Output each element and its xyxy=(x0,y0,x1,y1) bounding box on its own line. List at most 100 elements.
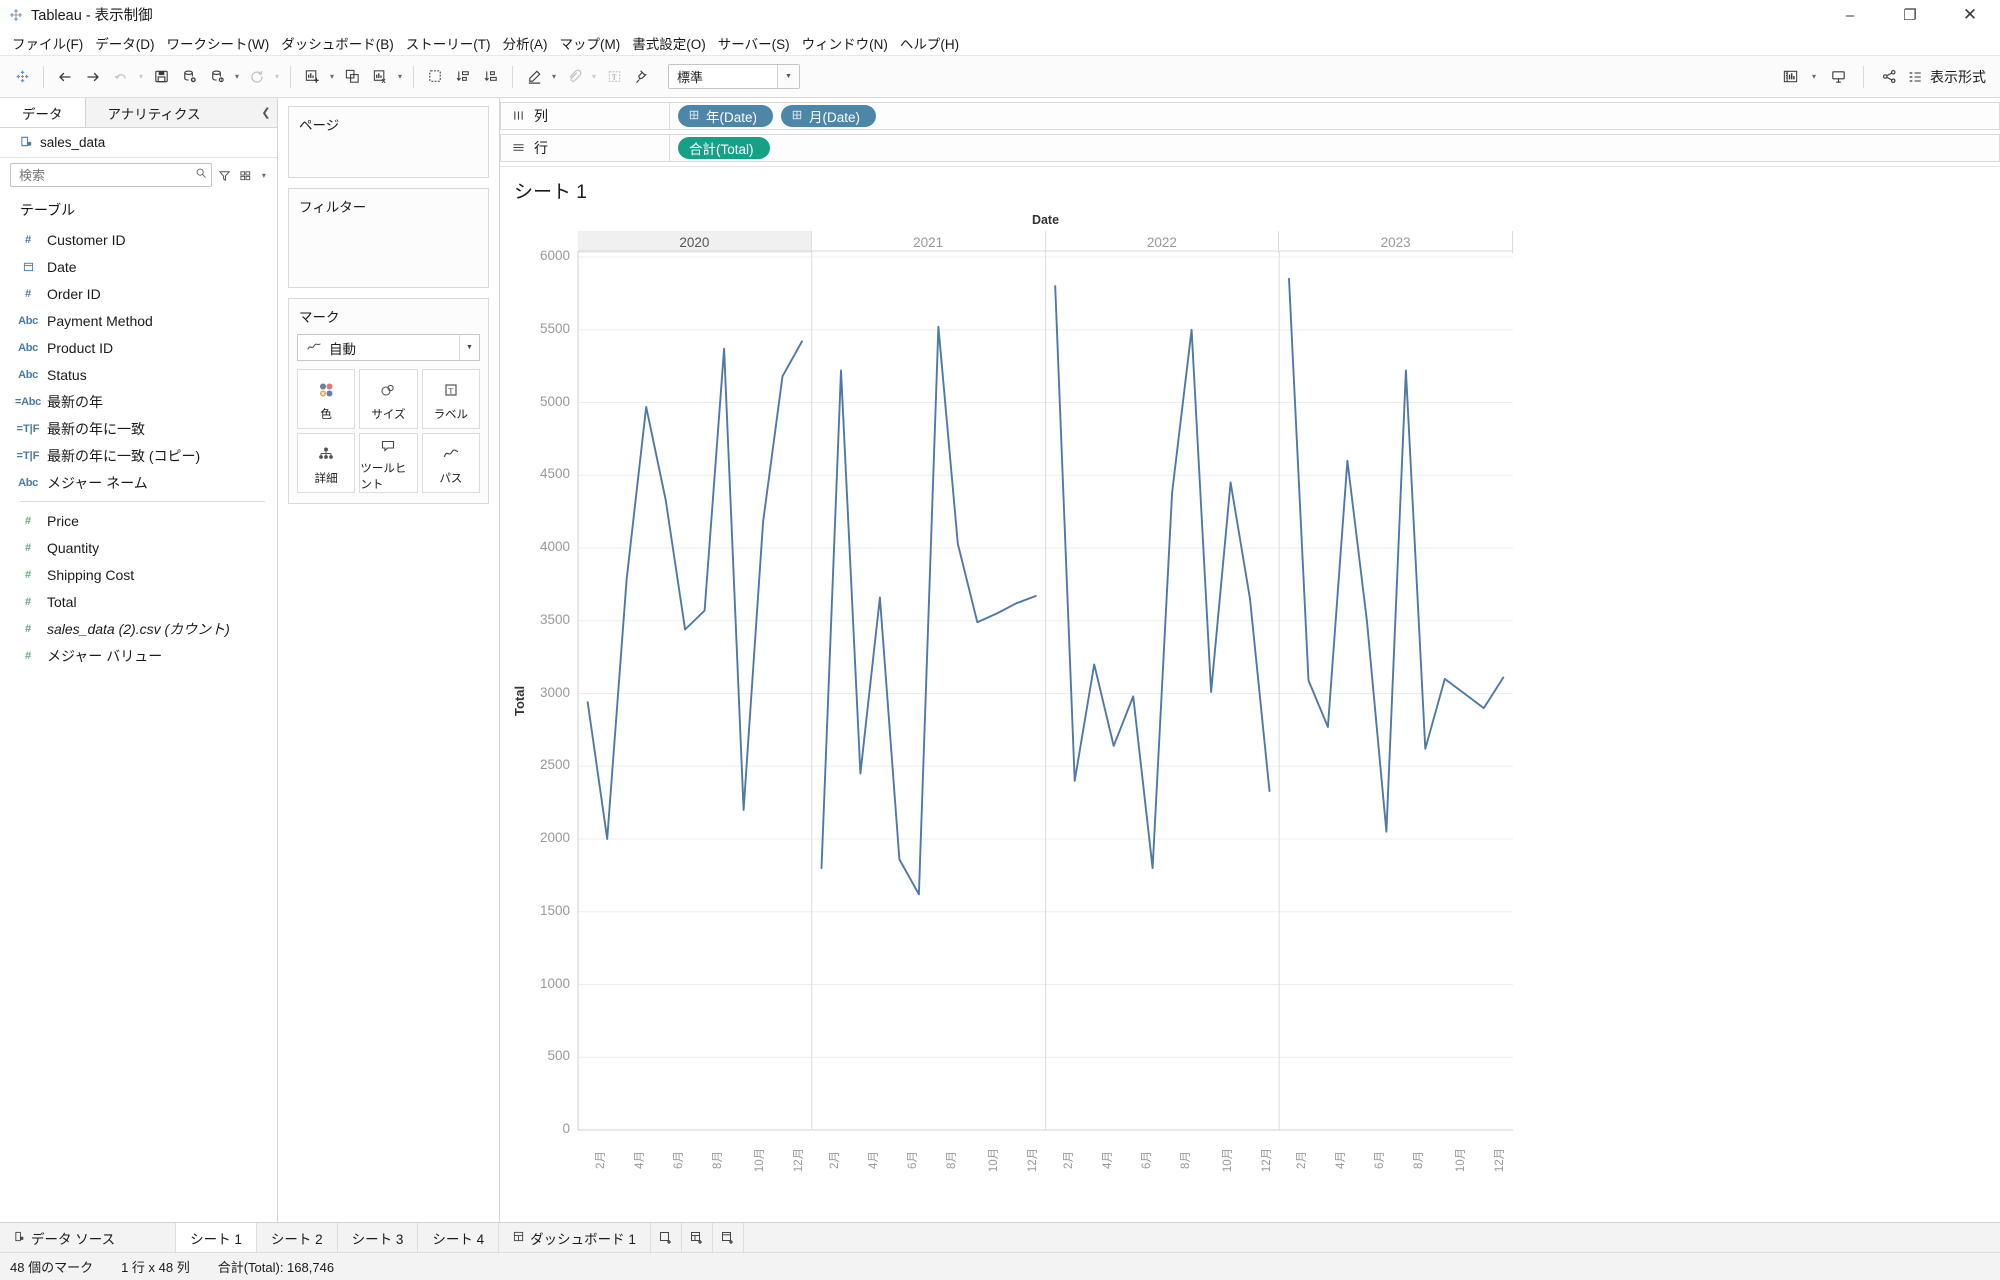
tab-sheet-1[interactable]: シート 1 xyxy=(176,1223,257,1252)
field-customer-id[interactable]: # Customer ID xyxy=(0,226,277,253)
tab-data[interactable]: データ xyxy=(0,98,86,127)
show-me-button[interactable]: 表示形式 xyxy=(1907,67,1992,87)
tab-sheet-3[interactable]: シート 3 xyxy=(338,1223,419,1252)
pin-icon[interactable] xyxy=(628,63,656,91)
pages-card[interactable]: ページ xyxy=(288,106,489,178)
close-button[interactable]: ✕ xyxy=(1940,0,2000,30)
marks-size-button[interactable]: サイズ xyxy=(359,369,418,429)
view-options-caret-icon[interactable]: ▾ xyxy=(259,161,269,189)
share-icon[interactable] xyxy=(1875,63,1903,91)
menu-item-story[interactable]: ストーリー(T) xyxy=(400,30,497,56)
marks-path-button[interactable]: パス xyxy=(421,433,480,493)
fit-caret-icon[interactable]: ▼ xyxy=(777,65,799,88)
field-product-id[interactable]: Abc Product ID xyxy=(0,334,277,361)
highlight-caret-icon[interactable]: ▾ xyxy=(548,63,560,91)
pill-sum-total[interactable]: 合計(Total) xyxy=(678,137,770,159)
group-caret-icon[interactable]: ▾ xyxy=(588,63,600,91)
measure-total[interactable]: # Total xyxy=(0,588,277,615)
pill-month-date[interactable]: 月(Date) xyxy=(781,105,877,127)
field-order-id[interactable]: # Order ID xyxy=(0,280,277,307)
menu-item-file[interactable]: ファイル(F) xyxy=(6,30,89,56)
fix-axes-icon[interactable] xyxy=(1776,63,1804,91)
measure-values[interactable]: # メジャー バリュー xyxy=(0,642,277,669)
labels-icon[interactable]: T xyxy=(600,63,628,91)
group-icon[interactable] xyxy=(560,63,588,91)
menu-item-format[interactable]: 書式設定(O) xyxy=(626,30,712,56)
view-options-icon[interactable] xyxy=(237,163,254,187)
field-latest-year-match-copy[interactable]: =T|F 最新の年に一致 (コピー) xyxy=(0,442,277,469)
tab-data-source[interactable]: データ ソース xyxy=(0,1223,177,1252)
field-latest-year[interactable]: =Abc 最新の年 xyxy=(0,388,277,415)
field-status[interactable]: Abc Status xyxy=(0,361,277,388)
tab-analytics[interactable]: アナリティクス xyxy=(85,98,223,127)
field-payment-method[interactable]: Abc Payment Method xyxy=(0,307,277,334)
menu-item-server[interactable]: サーバー(S) xyxy=(712,30,796,56)
menu-item-worksheet[interactable]: ワークシート(W) xyxy=(161,30,276,56)
menu-item-analysis[interactable]: 分析(A) xyxy=(496,30,553,56)
pause-dropdown-caret-icon[interactable]: ▾ xyxy=(231,63,243,91)
tab-dashboard-1[interactable]: ダッシュボード 1 xyxy=(499,1223,651,1252)
undo-arrow-icon[interactable] xyxy=(51,63,79,91)
mark-type-caret-icon[interactable]: ▼ xyxy=(459,335,479,360)
rows-shelf-drop[interactable]: 合計(Total) xyxy=(670,134,2000,162)
search-field[interactable] xyxy=(19,167,195,183)
minimize-button[interactable]: – xyxy=(1820,0,1880,30)
new-dashboard-tab-icon[interactable] xyxy=(682,1223,713,1252)
field-measure-names[interactable]: Abc メジャー ネーム xyxy=(0,469,277,496)
new-worksheet-tab-icon[interactable] xyxy=(651,1223,682,1252)
fit-dropdown[interactable]: 標準 ▼ xyxy=(668,64,800,89)
highlight-icon[interactable] xyxy=(520,63,548,91)
field-date[interactable]: Date xyxy=(0,253,277,280)
marks-detail-button[interactable]: 詳細 xyxy=(297,433,356,493)
measure-price[interactable]: # Price xyxy=(0,507,277,534)
refresh-data-caret-icon[interactable]: ▾ xyxy=(271,63,283,91)
pill-year-date[interactable]: 年(Date) xyxy=(678,105,774,127)
measure-shipping-cost[interactable]: # Shipping Cost xyxy=(0,561,277,588)
marks-label-button[interactable]: T ラベル xyxy=(421,369,480,429)
sort-asc-icon[interactable] xyxy=(449,63,477,91)
fix-axes-caret-icon[interactable]: ▾ xyxy=(1808,63,1820,91)
duplicate-sheet-icon[interactable] xyxy=(338,63,366,91)
refresh-dropdown-caret-icon[interactable]: ▾ xyxy=(135,63,147,91)
marks-tooltip-button[interactable]: ツールヒント xyxy=(359,433,418,493)
measure-record-count[interactable]: # sales_data (2).csv (カウント) xyxy=(0,615,277,642)
menu-item-dashboard[interactable]: ダッシュボード(B) xyxy=(275,30,400,56)
columns-shelf-drop[interactable]: 年(Date) 月(Date) xyxy=(670,102,2000,130)
redo-arrow-icon[interactable] xyxy=(79,63,107,91)
clear-sheet-icon[interactable]: x xyxy=(366,63,394,91)
presentation-icon[interactable] xyxy=(1824,63,1852,91)
sort-desc-icon[interactable] xyxy=(477,63,505,91)
window-controls: – ❐ ✕ xyxy=(1820,0,2000,29)
collapse-pane-chevron-left-icon[interactable]: ❮ xyxy=(255,98,277,127)
menu-item-window[interactable]: ウィンドウ(N) xyxy=(796,30,894,56)
marks-color-button[interactable]: 色 xyxy=(297,369,356,429)
new-worksheet-icon[interactable] xyxy=(298,63,326,91)
tab-sheet-2[interactable]: シート 2 xyxy=(257,1223,338,1252)
data-source-row[interactable]: sales_data xyxy=(0,128,277,158)
filter-icon[interactable] xyxy=(216,163,233,187)
menu-item-help[interactable]: ヘルプ(H) xyxy=(894,30,965,56)
field-latest-year-match[interactable]: =T|F 最新の年に一致 xyxy=(0,415,277,442)
new-story-tab-icon[interactable] xyxy=(713,1223,744,1252)
refresh-data-icon[interactable] xyxy=(243,63,271,91)
new-data-source-icon[interactable] xyxy=(175,63,203,91)
maximize-button[interactable]: ❐ xyxy=(1880,0,1940,30)
number-field-icon: # xyxy=(24,514,32,527)
clear-sheet-caret-icon[interactable]: ▾ xyxy=(394,63,406,91)
menu-item-data[interactable]: データ(D) xyxy=(89,30,160,56)
pause-data-source-icon[interactable] xyxy=(203,63,231,91)
filters-card[interactable]: フィルター xyxy=(288,188,489,288)
toolbar-divider-3 xyxy=(413,65,414,88)
tab-label: シート 3 xyxy=(351,1231,404,1247)
menu-item-map[interactable]: マップ(M) xyxy=(553,30,626,56)
tableau-home-icon[interactable] xyxy=(8,63,36,91)
measure-quantity[interactable]: # Quantity xyxy=(0,534,277,561)
save-icon[interactable] xyxy=(147,63,175,91)
search-input[interactable] xyxy=(10,163,212,187)
line-chart-svg[interactable] xyxy=(500,209,2000,1222)
mark-type-dropdown[interactable]: 自動 ▼ xyxy=(297,334,480,361)
refresh-icon[interactable] xyxy=(107,63,135,91)
swap-axes-icon[interactable] xyxy=(421,63,449,91)
tab-sheet-4[interactable]: シート 4 xyxy=(418,1223,500,1252)
new-worksheet-caret-icon[interactable]: ▾ xyxy=(326,63,338,91)
